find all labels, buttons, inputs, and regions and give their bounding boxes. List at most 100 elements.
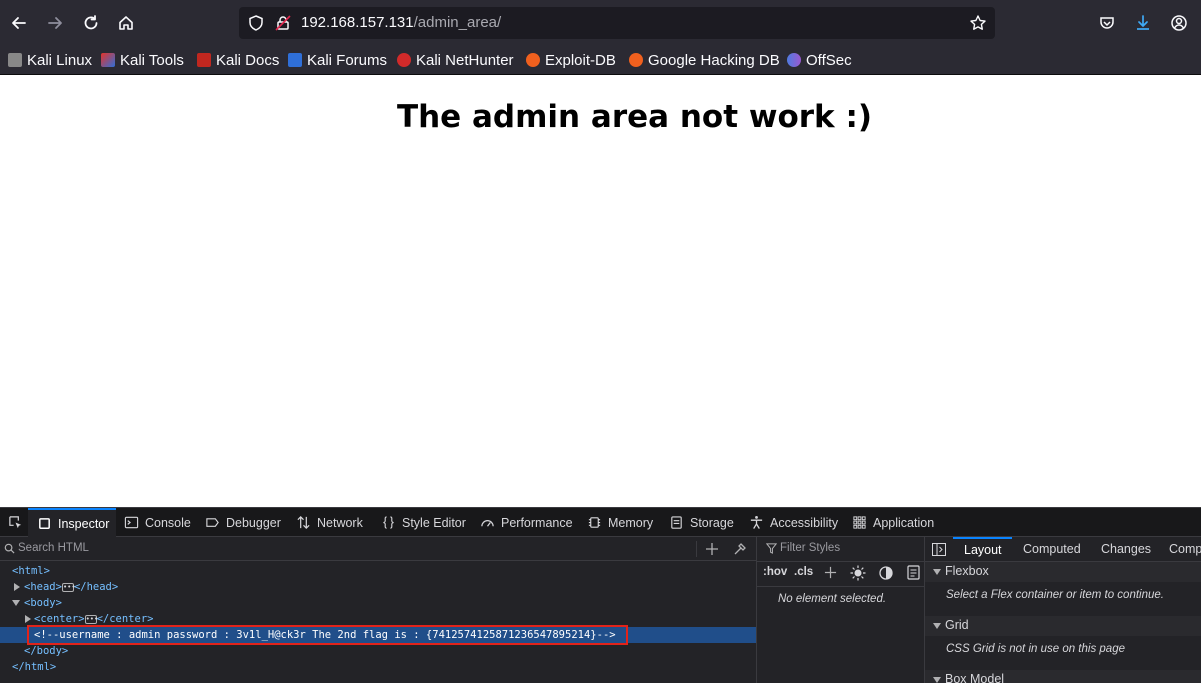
separator	[696, 541, 697, 557]
no-element-message: No element selected.	[778, 593, 887, 605]
tab-performance[interactable]: Performance	[480, 508, 573, 537]
light-theme-sun-icon[interactable]	[850, 565, 866, 581]
tab-computed[interactable]: Computed	[1023, 542, 1081, 556]
tab-label: Inspector	[58, 516, 110, 531]
url-host: 192.168.157.131	[301, 14, 414, 31]
collapsed-badge-icon[interactable]: •••	[84, 614, 98, 624]
expand-triangle-icon[interactable]	[14, 583, 20, 591]
tab-accessibility[interactable]: Accessibility	[749, 508, 838, 537]
bookmark-kali-nethunter[interactable]: Kali NetHunter	[397, 50, 514, 70]
back-button[interactable]	[6, 10, 32, 36]
network-icon	[297, 516, 310, 529]
tab-style-editor[interactable]: Style Editor	[381, 508, 466, 537]
print-media-icon[interactable]	[907, 565, 920, 580]
filter-styles-input[interactable]: Filter Styles	[780, 542, 840, 554]
body-close-tag: </body>	[24, 645, 69, 657]
flexbox-header[interactable]: Flexbox	[925, 562, 1201, 582]
nethunter-icon	[397, 53, 411, 67]
account-icon	[1171, 15, 1187, 31]
tab-network[interactable]: Network	[296, 508, 363, 537]
bookmark-label: Kali Forums	[307, 51, 388, 69]
bookmarks-toolbar: Kali Linux Kali Tools Kali Docs Kali For…	[0, 46, 1201, 75]
tab-label: Network	[317, 515, 363, 530]
bookmark-exploit-db[interactable]: Exploit-DB	[526, 50, 616, 70]
body-open-tag: <body>	[24, 597, 62, 609]
node-body[interactable]: <body>	[0, 595, 756, 611]
tab-label: Storage	[690, 515, 734, 530]
flexbox-message: Select a Flex container or item to conti…	[946, 589, 1164, 601]
gauge-icon	[481, 520, 494, 527]
shield-icon[interactable]	[247, 14, 265, 32]
forward-button[interactable]	[42, 10, 68, 36]
box-model-header[interactable]: Box Model	[925, 670, 1201, 683]
browser-toolbar: 192.168.157.131/admin_area/	[0, 0, 1201, 46]
add-rule-plus-icon[interactable]	[824, 566, 837, 579]
head-open-tag: <head>	[24, 581, 62, 593]
center-open-tag: <center>	[34, 613, 85, 625]
downloads-button[interactable]	[1130, 10, 1156, 36]
bookmark-label: Kali Tools	[120, 51, 184, 69]
html-open-tag: <html>	[12, 565, 50, 577]
page-heading: The admin area not work :)	[396, 99, 873, 135]
dark-theme-icon[interactable]	[879, 566, 893, 580]
pocket-button[interactable]	[1094, 10, 1120, 36]
eyedropper-icon[interactable]	[733, 542, 747, 556]
bookmark-offsec[interactable]: OffSec	[787, 50, 852, 70]
tab-inspector[interactable]: Inspector	[28, 508, 116, 537]
page-content: The admin area not work :)	[0, 75, 1201, 507]
head-close-tag: </head>	[73, 581, 119, 593]
url-bar[interactable]: 192.168.157.131/admin_area/	[239, 7, 995, 39]
expand-triangle-icon[interactable]	[25, 615, 31, 623]
tab-debugger[interactable]: Debugger	[205, 508, 281, 537]
insecure-lock-icon[interactable]	[274, 14, 292, 32]
tab-label: Accessibility	[770, 515, 839, 530]
collapse-triangle-icon[interactable]	[12, 600, 20, 606]
bookmark-kali-linux[interactable]: Kali Linux	[8, 50, 92, 70]
bookmark-kali-docs[interactable]: Kali Docs	[197, 50, 279, 70]
node-head[interactable]: <head>•••</head>	[0, 579, 756, 595]
inspector-icon	[39, 518, 50, 529]
tab-application[interactable]: Application	[852, 508, 934, 537]
node-html[interactable]: <html>	[0, 563, 756, 579]
memory-chip-icon	[588, 517, 601, 528]
collapse-triangle-icon	[933, 677, 941, 683]
bookmark-label: Exploit-DB	[545, 51, 616, 69]
debugger-icon	[206, 518, 219, 527]
tab-memory[interactable]: Memory	[587, 508, 653, 537]
layout-pane: Layout Computed Changes Comp Flexbox Sel…	[924, 537, 1201, 683]
highlight-annotation-box	[27, 625, 628, 645]
grid-header[interactable]: Grid	[925, 616, 1201, 636]
grid-message: CSS Grid is not in use on this page	[946, 643, 1125, 655]
node-body-close[interactable]: </body>	[0, 643, 756, 659]
storage-icon	[671, 516, 682, 529]
account-button[interactable]	[1166, 10, 1192, 36]
node-html-close[interactable]: </html>	[0, 659, 756, 675]
hov-toggle[interactable]: :hov	[763, 566, 787, 578]
collapsed-badge-icon[interactable]: •••	[61, 582, 76, 592]
bookmark-kali-tools[interactable]: Kali Tools	[101, 50, 184, 70]
plus-icon[interactable]	[705, 542, 719, 556]
tab-compatibility[interactable]: Comp	[1169, 542, 1201, 556]
toggle-sidebar-icon[interactable]	[932, 543, 946, 556]
bookmark-kali-forums[interactable]: Kali Forums	[288, 50, 387, 70]
reload-button[interactable]	[78, 10, 104, 36]
element-picker-button[interactable]	[3, 508, 27, 537]
url-path: /admin_area/	[413, 14, 502, 31]
kali-tools-icon	[101, 53, 115, 67]
star-bookmark-icon[interactable]	[969, 14, 987, 32]
bookmark-google-hacking-db[interactable]: Google Hacking DB	[629, 50, 780, 70]
grid-title: Grid	[945, 618, 969, 632]
tab-console[interactable]: Console	[124, 508, 191, 537]
bookmark-label: Kali NetHunter	[416, 51, 514, 69]
exploit-db-icon	[526, 53, 540, 67]
cls-toggle[interactable]: .cls	[794, 566, 813, 578]
bookmark-label: OffSec	[806, 51, 852, 69]
tab-changes[interactable]: Changes	[1101, 542, 1151, 556]
center-close-tag: </center>	[96, 613, 154, 625]
home-button[interactable]	[113, 10, 139, 36]
search-html-input[interactable]: Search HTML	[18, 542, 89, 554]
home-icon	[119, 16, 133, 30]
flexbox-title: Flexbox	[945, 564, 989, 578]
tab-storage[interactable]: Storage	[669, 508, 734, 537]
tab-layout[interactable]: Layout	[953, 537, 1012, 561]
